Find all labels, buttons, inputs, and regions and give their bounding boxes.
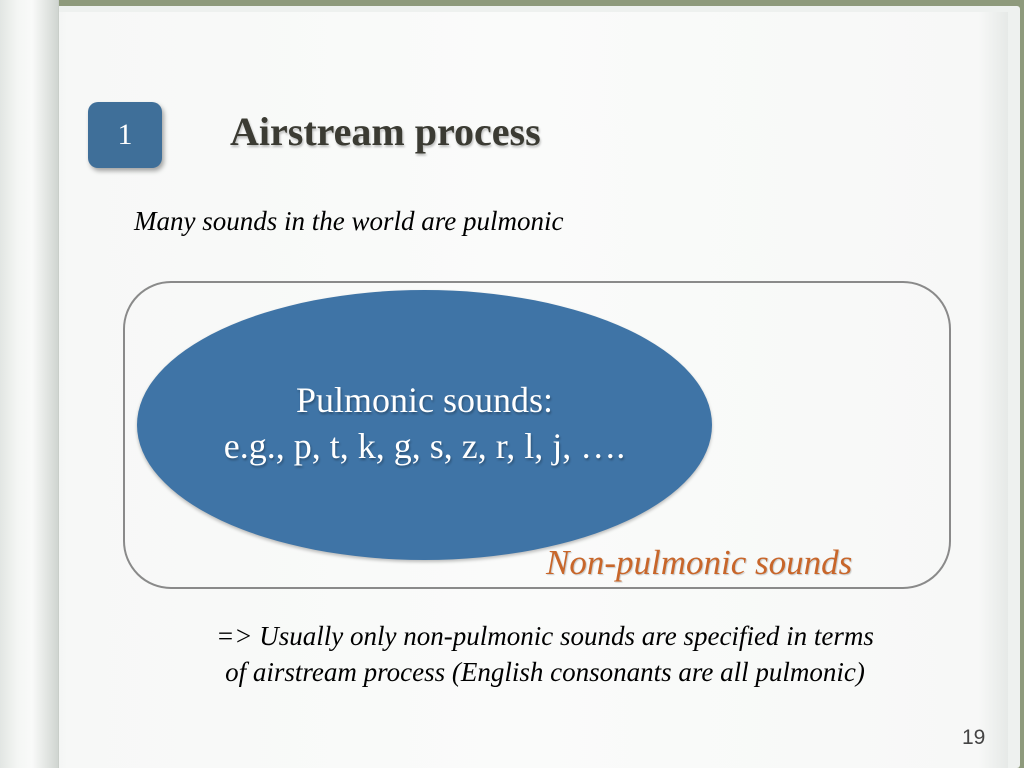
section-number-badge: 1 (88, 102, 162, 168)
pulmonic-label-line1: Pulmonic sounds: (295, 380, 554, 420)
conclusion-note-line1: => Usually only non-pulmonic sounds are … (216, 621, 874, 651)
page-number: 19 (962, 726, 986, 749)
conclusion-note: => Usually only non-pulmonic sounds are … (130, 618, 960, 690)
slide-title: Airstream process (230, 109, 541, 154)
book-spine (0, 0, 59, 768)
conclusion-note-line2: of airstream process (English consonants… (225, 657, 865, 687)
section-number: 1 (117, 118, 133, 151)
pulmonic-label: Pulmonic sounds: e.g., p, t, k, g, s, z,… (137, 377, 712, 469)
slide-subtitle: Many sounds in the world are pulmonic (134, 206, 564, 236)
non-pulmonic-label: Non-pulmonic sounds (546, 543, 853, 582)
pulmonic-label-line2: e.g., p, t, k, g, s, z, r, l, j, …. (223, 426, 626, 466)
